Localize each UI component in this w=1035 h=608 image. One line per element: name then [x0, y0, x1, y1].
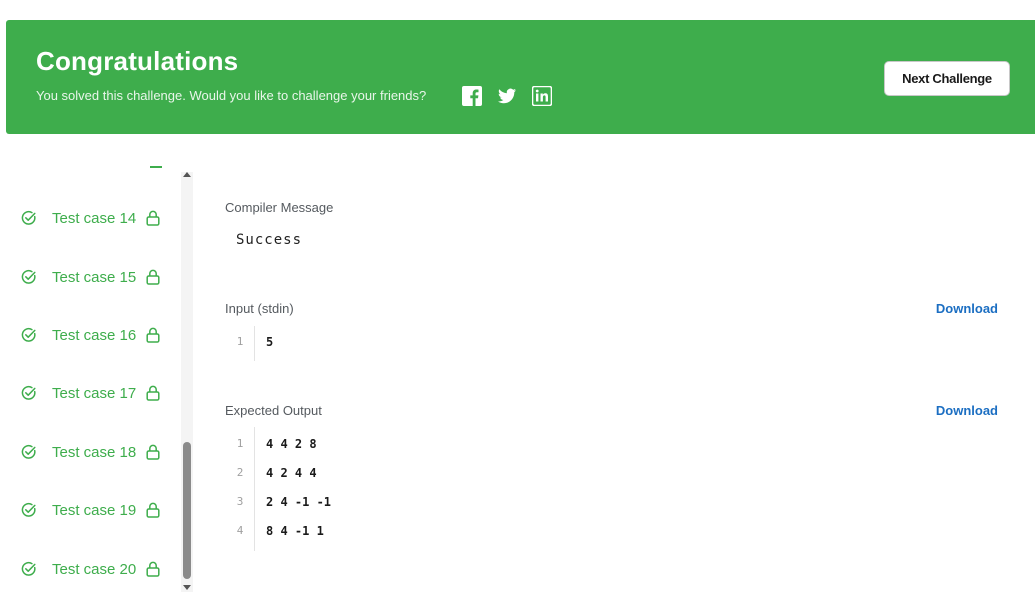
line-content: 8 4 -1 1: [266, 523, 324, 538]
test-case-label: Test case 17: [52, 384, 137, 402]
lock-icon: [146, 385, 160, 401]
check-circle-icon: [21, 502, 36, 517]
test-case-item[interactable]: Test case 16: [21, 323, 171, 347]
line-number: 4: [236, 524, 244, 537]
lock-icon: [146, 269, 160, 285]
scrollbar-thumb[interactable]: [183, 442, 191, 579]
compiler-message-label: Compiler Message: [225, 200, 334, 215]
expected-output-code-block: 1 4 4 2 8 2 4 2 4 4 3 2 4 -1 -1 4 8 4 -1 1: [225, 429, 331, 545]
check-circle-icon: [21, 269, 36, 284]
partial-test-case-indicator: [150, 166, 162, 168]
lock-icon: [146, 561, 160, 577]
test-case-item[interactable]: Test case 20: [21, 557, 171, 581]
code-line: 15: [225, 327, 274, 356]
test-case-label: Test case 18: [52, 443, 137, 461]
test-case-item[interactable]: Test case 17: [21, 381, 171, 405]
banner-subtitle: You solved this challenge. Would you lik…: [36, 88, 427, 103]
check-circle-icon: [21, 385, 36, 400]
line-number: 1: [236, 437, 244, 450]
linkedin-icon[interactable]: [532, 86, 552, 106]
expected-output-label: Expected Output: [225, 403, 322, 418]
line-content: 4 4 2 8: [266, 436, 317, 451]
test-case-label: Test case 16: [52, 326, 137, 344]
test-case-item[interactable]: Test case 18: [21, 440, 171, 464]
line-number: 1: [236, 335, 244, 348]
check-circle-icon: [21, 561, 36, 576]
facebook-icon[interactable]: [462, 86, 482, 106]
code-line: 4 8 4 -1 1: [225, 516, 331, 545]
test-case-label: Test case 20: [52, 560, 137, 578]
input-code-block: 15: [225, 327, 274, 356]
lock-icon: [146, 444, 160, 460]
test-case-label: Test case 14: [52, 209, 137, 227]
line-content: 4 2 4 4: [266, 465, 317, 480]
lock-icon: [146, 502, 160, 518]
line-content: 5: [266, 334, 274, 349]
scroll-down-icon[interactable]: [183, 585, 191, 590]
test-case-item[interactable]: Test case 15: [21, 265, 171, 289]
check-circle-icon: [21, 327, 36, 342]
code-line: 3 2 4 -1 -1: [225, 487, 331, 516]
test-case-item[interactable]: Test case 14: [21, 206, 171, 230]
input-label: Input (stdin): [225, 301, 294, 316]
code-line: 1 4 4 2 8: [225, 429, 331, 458]
lock-icon: [146, 327, 160, 343]
twitter-icon[interactable]: [497, 86, 517, 106]
input-download-link[interactable]: Download: [936, 301, 998, 316]
banner-title: Congratulations: [36, 46, 239, 76]
check-circle-icon: [21, 210, 36, 225]
test-case-item[interactable]: Test case 19: [21, 498, 171, 522]
check-circle-icon: [21, 444, 36, 459]
compiler-message: Success: [236, 232, 303, 248]
line-number: 3: [236, 495, 244, 508]
line-content: 2 4 -1 -1: [266, 494, 332, 509]
line-number: 2: [236, 466, 244, 479]
lock-icon: [146, 210, 160, 226]
success-banner: Congratulations You solved this challeng…: [6, 20, 1035, 134]
code-line: 2 4 2 4 4: [225, 458, 331, 487]
next-challenge-button[interactable]: Next Challenge: [884, 61, 1010, 96]
scroll-up-icon[interactable]: [183, 172, 191, 177]
test-case-label: Test case 19: [52, 501, 137, 519]
expected-output-download-link[interactable]: Download: [936, 403, 998, 418]
test-case-label: Test case 15: [52, 268, 137, 286]
